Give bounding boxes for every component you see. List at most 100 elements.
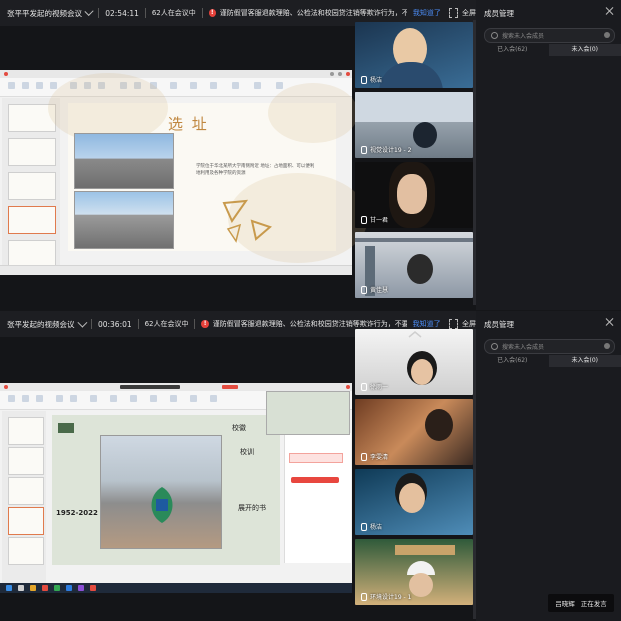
meeting-title: 张平平发起的视频会议: [7, 8, 82, 18]
maximize-icon[interactable]: [338, 72, 342, 76]
participant-name: 视觉设计19 - 2: [370, 147, 412, 154]
microphone-icon: [361, 215, 367, 224]
side-pane: [284, 433, 351, 563]
participant-tile[interactable]: 杨洁: [355, 22, 473, 88]
slide-thumbnails[interactable]: [2, 98, 60, 268]
participant-tile[interactable]: 视觉设计19 - 2: [355, 92, 473, 158]
member-search-input[interactable]: 搜索未入会成员: [484, 339, 615, 354]
member-panel-title: 成员管理: [484, 320, 514, 329]
school-emblem-icon: [151, 487, 173, 523]
clear-icon[interactable]: [604, 32, 610, 38]
meeting-window-1: 张平平发起的视频会议 02:54:11 62人在会议中 ! 谨防假冒客服退款理赔…: [0, 0, 621, 310]
slide-thumbnail-selected[interactable]: [8, 206, 56, 234]
slide-thumbnail[interactable]: [8, 477, 44, 505]
participant-tile[interactable]: 杨洁: [355, 469, 473, 535]
app-tab-active[interactable]: [222, 385, 238, 389]
slide-thumbnail[interactable]: [8, 172, 56, 200]
slide-thumbnail[interactable]: [8, 240, 56, 268]
participant-name: 黄佳慧: [370, 287, 389, 294]
speaker-status: 正在发言: [580, 600, 607, 608]
close-icon[interactable]: [346, 72, 350, 76]
participant-name: 徐雨一: [370, 384, 389, 391]
microphone-icon: [361, 75, 367, 84]
participant-name: 环境设计19 - 1: [370, 594, 412, 601]
slide-label: 展开的书: [238, 504, 266, 512]
slide-thumbnail[interactable]: [8, 138, 56, 166]
microphone-icon: [361, 592, 367, 601]
minimize-icon[interactable]: [330, 72, 334, 76]
chevron-up-icon[interactable]: [407, 330, 423, 338]
close-icon[interactable]: [605, 6, 615, 16]
member-panel: 成员管理 搜索未入会成员 已入会(62) 未入会(0): [476, 0, 621, 310]
member-search-input[interactable]: 搜索未入会成员: [484, 28, 615, 43]
participant-name: 杨洁: [370, 77, 383, 84]
windows-taskbar: [0, 583, 352, 593]
close-icon[interactable]: [605, 317, 615, 327]
record-button[interactable]: [291, 477, 339, 483]
presentation-slide: 1952-2022 校徽 校训 展开的书: [52, 415, 280, 565]
fraud-notice: 谨防假冒客服退款理赔、公检法和校园贷注销等欺诈行为，不要…: [212, 320, 407, 328]
campus-photo: [74, 191, 174, 249]
preview-popup: [266, 391, 350, 435]
tab-not-joined[interactable]: 未入会(0): [548, 44, 621, 56]
search-icon: [491, 32, 498, 39]
chevron-down-icon[interactable]: [84, 6, 94, 16]
slide-label: 校训: [240, 448, 254, 456]
microphone-icon: [361, 285, 367, 294]
slide-badge: [58, 423, 74, 433]
tab-joined[interactable]: 已入会(62): [476, 44, 549, 56]
screen-share-view: 1952-2022 校徽 校训 展开的书: [0, 383, 352, 593]
participant-name: 杨洁: [370, 524, 383, 531]
decorative-triangle-icon: [222, 199, 272, 243]
app-tab[interactable]: [120, 385, 180, 389]
slide-thumbnails[interactable]: [2, 411, 46, 583]
participant-name: 甘一君: [370, 217, 389, 224]
close-icon[interactable]: [346, 385, 350, 389]
fullscreen-button[interactable]: 全屏: [462, 319, 476, 329]
app-logo-icon: [4, 72, 8, 76]
participant-tile[interactable]: 环境设计19 - 1: [355, 539, 473, 605]
acknowledge-button[interactable]: 我知道了: [413, 319, 441, 329]
slide-label: 校徽: [232, 424, 246, 432]
microphone-icon: [361, 452, 367, 461]
presentation-slide: 选 址 学院位于华北某所大学南侧附近 地址：占地面积、可以便利地利用及各种学院的…: [48, 73, 368, 263]
online-count[interactable]: 62人在会议中: [152, 8, 196, 18]
search-icon: [491, 343, 498, 350]
slide-thumbnail-selected[interactable]: [8, 507, 44, 535]
meeting-title: 张平发起的视频会议: [7, 319, 75, 329]
campus-photo: [74, 133, 174, 189]
member-panel: 成员管理 搜索未入会成员 已入会(62) 未入会(0): [476, 311, 621, 621]
fullscreen-icon[interactable]: [448, 319, 458, 329]
online-count[interactable]: 62人在会议中: [145, 319, 189, 329]
participant-name: 李雯清: [370, 454, 389, 461]
fullscreen-icon[interactable]: [448, 8, 458, 18]
microphone-icon: [361, 522, 367, 531]
microphone-icon: [361, 382, 367, 391]
app-statusbar: [0, 265, 352, 275]
participant-tile[interactable]: 甘一君: [355, 162, 473, 228]
member-panel-title: 成员管理: [484, 9, 514, 18]
slide-year: 1952-2022: [56, 509, 98, 517]
slide-thumbnail[interactable]: [8, 447, 44, 475]
chevron-down-icon[interactable]: [76, 317, 87, 327]
slide-thumbnail[interactable]: [8, 537, 44, 565]
meeting-window-2: 张平发起的视频会议 00:36:01 62人在会议中 ! 谨防假冒客服退款理赔、…: [0, 311, 621, 621]
acknowledge-button[interactable]: 我知道了: [413, 8, 441, 18]
slide-text: 学院位于华北某所大学南侧附近 地址：占地面积、可以便利地利用及各种学院的资源: [196, 164, 315, 176]
slide-heading: 选 址: [168, 115, 209, 133]
fraud-notice: 谨防假冒客服退款理赔、公检法和校园贷注销等欺诈行为，不要…: [219, 9, 407, 17]
fullscreen-button[interactable]: 全屏: [462, 8, 476, 18]
member-tabs: 已入会(62) 未入会(0): [476, 44, 621, 56]
warning-icon: !: [208, 9, 216, 17]
participant-tile[interactable]: 徐雨一: [355, 329, 473, 395]
slide-thumbnail[interactable]: [8, 417, 44, 445]
speaker-name: 吕晓辉: [555, 600, 575, 608]
speaking-toast: 吕晓辉 正在发言: [548, 594, 614, 612]
participant-tile[interactable]: 黄佳慧: [355, 232, 473, 298]
tab-joined[interactable]: 已入会(62): [476, 355, 549, 367]
tab-not-joined[interactable]: 未入会(0): [548, 355, 621, 367]
participant-tile[interactable]: 李雯清: [355, 399, 473, 465]
meeting-duration: 00:36:01: [97, 319, 132, 329]
clear-icon[interactable]: [604, 343, 610, 349]
member-tabs: 已入会(62) 未入会(0): [476, 355, 621, 367]
